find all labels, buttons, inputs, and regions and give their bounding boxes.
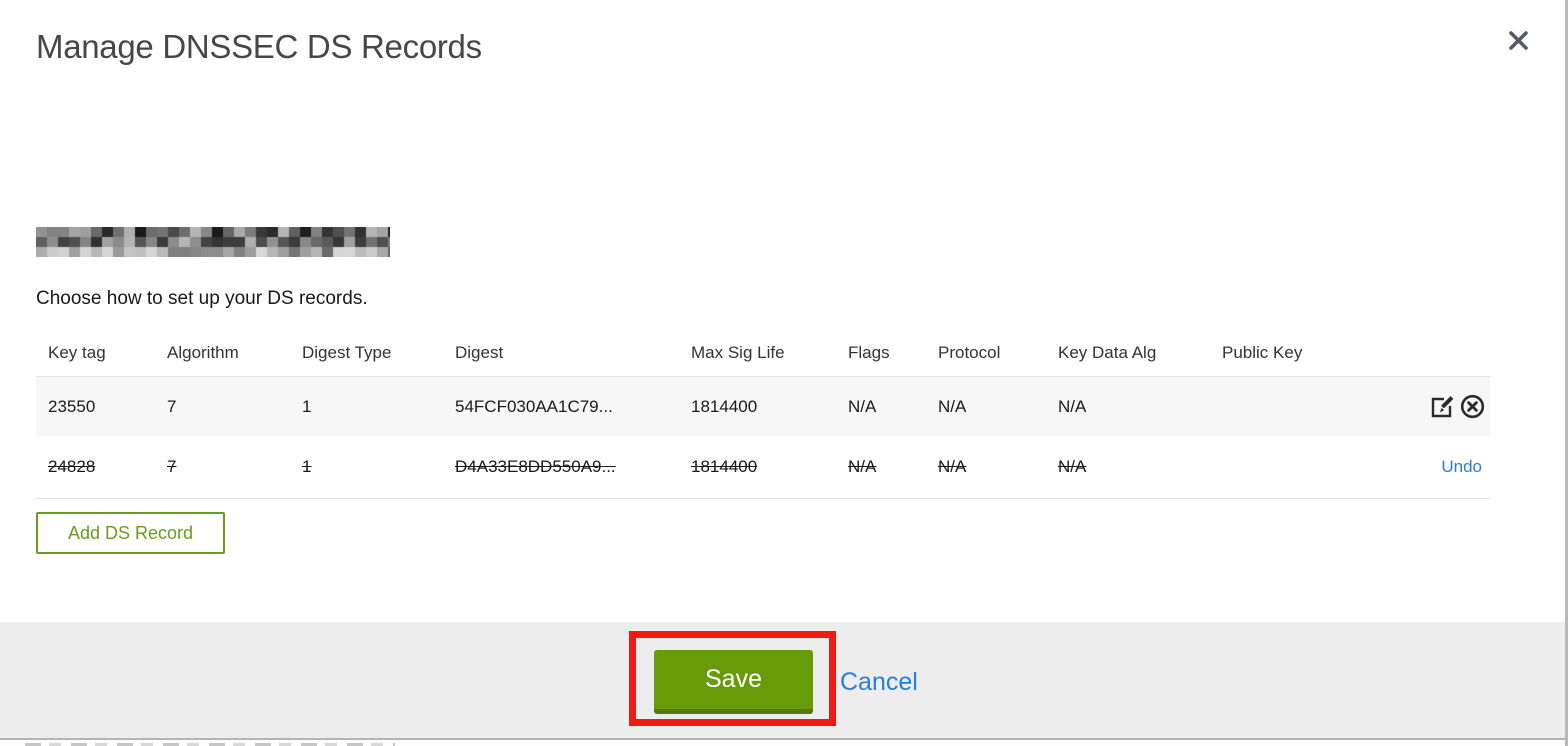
- cell-flags: N/A: [848, 457, 877, 476]
- cell-digest-type: 1: [302, 396, 312, 416]
- cell-digest: 54FCF030AA1C79...: [455, 396, 613, 416]
- cell-key-tag: 23550: [48, 396, 96, 416]
- page-title: Manage DNSSEC DS Records: [36, 28, 482, 65]
- close-icon: [1507, 29, 1530, 52]
- edit-record-button[interactable]: [1428, 393, 1456, 421]
- delete-record-button[interactable]: [1458, 393, 1486, 421]
- delete-circle-x-icon: [1459, 393, 1486, 420]
- row-actions: Undo: [1362, 457, 1490, 477]
- cancel-link[interactable]: Cancel: [840, 668, 918, 697]
- add-ds-record-button[interactable]: Add DS Record: [36, 512, 226, 554]
- cell-key-tag: 24828: [48, 457, 96, 476]
- row-actions: [1362, 393, 1490, 421]
- table-row: 23550 7 1 54FCF030AA1C79... 1814400 N/A …: [36, 377, 1490, 436]
- redacted-domain-name: [36, 227, 390, 257]
- cell-protocol: N/A: [938, 457, 967, 476]
- edit-icon: [1429, 394, 1455, 420]
- cell-algorithm: 7: [167, 457, 177, 476]
- cell-max-sig-life: 1814400: [691, 396, 758, 416]
- column-header-max-sig-life: Max Sig Life: [691, 343, 785, 362]
- cell-digest-type: 1: [302, 457, 312, 476]
- table-header-row: Key tag Algorithm Digest Type Digest Max…: [36, 330, 1490, 377]
- cell-key-data-alg: N/A: [1058, 396, 1087, 416]
- column-header-key-data-alg: Key Data Alg: [1058, 343, 1157, 362]
- column-header-algorithm: Algorithm: [167, 343, 239, 362]
- cell-digest: D4A33E8DD550A9...: [455, 457, 616, 476]
- ds-records-table: Key tag Algorithm Digest Type Digest Max…: [36, 330, 1490, 499]
- close-button[interactable]: [1502, 24, 1534, 56]
- column-header-digest-type: Digest Type: [302, 343, 392, 362]
- cell-protocol: N/A: [938, 396, 967, 416]
- column-header-flags: Flags: [848, 343, 890, 362]
- dnssec-modal: Manage DNSSEC DS Records Choose how to s…: [0, 0, 1568, 746]
- instruction-text: Choose how to set up your DS records.: [36, 288, 368, 309]
- column-header-digest: Digest: [455, 343, 504, 362]
- cell-algorithm: 7: [167, 396, 177, 416]
- column-header-key-tag: Key tag: [48, 343, 106, 362]
- cell-key-data-alg: N/A: [1058, 457, 1087, 476]
- column-header-protocol: Protocol: [938, 343, 1001, 362]
- save-button[interactable]: Save: [654, 650, 813, 714]
- cell-max-sig-life: 1814400: [691, 457, 758, 476]
- table-row-deleted: 24828 7 1 D4A33E8DD550A9... 1814400 N/A …: [36, 436, 1490, 499]
- undo-link[interactable]: Undo: [1441, 457, 1482, 477]
- column-header-public-key: Public Key: [1222, 343, 1303, 362]
- cell-flags: N/A: [848, 396, 877, 416]
